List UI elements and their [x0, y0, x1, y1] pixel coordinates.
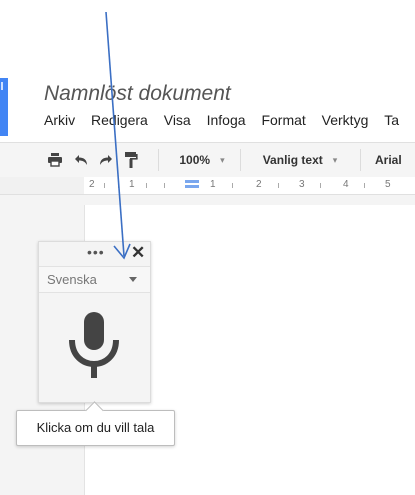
chevron-down-icon	[129, 277, 137, 282]
font-select[interactable]: Arial	[366, 143, 415, 177]
paragraph-style-select[interactable]: Vanlig text ▾	[246, 143, 354, 177]
menu-item-tabell[interactable]: Ta	[384, 112, 399, 128]
ruler-label: 5	[385, 179, 391, 190]
paragraph-style-caret-icon: ▾	[332, 154, 338, 165]
docs-app-strip	[0, 78, 8, 136]
document-title[interactable]: Namnlöst dokument	[44, 82, 231, 106]
menu-item-redigera[interactable]: Redigera	[91, 112, 148, 128]
zoom-caret-icon: ▾	[220, 154, 225, 165]
zoom-select[interactable]: 100% ▾	[170, 143, 234, 177]
ruler-tick	[118, 183, 119, 188]
tooltip-text: Klicka om du vill tala	[36, 420, 155, 435]
toolbar: 100% ▾ Vanlig text ▾ Arial	[0, 142, 415, 178]
toolbar-divider	[158, 149, 159, 171]
undo-button[interactable]	[70, 143, 92, 177]
paint-format-icon	[125, 152, 138, 168]
redo-icon	[100, 155, 112, 165]
undo-icon	[75, 155, 87, 165]
ruler: 2 1 1 2 3 4 5	[0, 177, 415, 195]
ruler-label: 3	[299, 179, 305, 190]
ruler-tick	[364, 183, 365, 188]
ruler-tick	[278, 183, 279, 188]
menu-item-format[interactable]: Format	[261, 112, 305, 128]
menu-item-visa[interactable]: Visa	[164, 112, 191, 128]
speak-tooltip: Klicka om du vill tala	[16, 401, 175, 446]
ruler-label: 2	[89, 179, 95, 190]
ruler-label: 1	[129, 179, 135, 190]
print-icon	[48, 153, 62, 167]
language-value: Svenska	[47, 272, 97, 287]
menu-item-infoga[interactable]: Infoga	[207, 112, 246, 128]
ruler-tick	[232, 183, 233, 188]
docs-app-strip-mark	[1, 82, 3, 90]
ruler-label: 2	[256, 179, 262, 190]
ruler-label: 1	[210, 179, 216, 190]
close-icon[interactable]: ✕	[131, 243, 145, 263]
redo-button[interactable]	[95, 143, 117, 177]
microphone-icon	[69, 312, 119, 378]
more-options-icon[interactable]: •••	[87, 244, 105, 260]
ruler-tick	[104, 183, 105, 188]
microphone-button[interactable]	[59, 302, 129, 386]
voice-typing-header: ••• ✕	[39, 242, 150, 266]
paragraph-style-value: Vanlig text	[262, 153, 323, 167]
menu-bar: Arkiv Redigera Visa Infoga Format Verkty…	[44, 112, 411, 130]
print-button[interactable]	[44, 143, 66, 177]
language-select[interactable]: Svenska	[39, 266, 150, 293]
menu-item-arkiv[interactable]: Arkiv	[44, 112, 75, 128]
top-caption	[0, 0, 415, 9]
ruler-tick	[320, 183, 321, 188]
zoom-value: 100%	[179, 153, 211, 167]
toolbar-divider	[360, 149, 361, 171]
indent-marker-icon[interactable]	[185, 180, 199, 183]
font-value: Arial	[375, 153, 402, 167]
menu-item-verktyg[interactable]: Verktyg	[322, 112, 369, 128]
ruler-label: 4	[343, 179, 349, 190]
voice-typing-panel: ••• ✕ Svenska	[38, 241, 151, 403]
paint-format-button[interactable]	[120, 143, 142, 177]
first-line-indent-icon[interactable]	[185, 185, 199, 188]
ruler-tick	[146, 183, 147, 188]
toolbar-divider	[240, 149, 241, 171]
ruler-tick	[164, 183, 165, 188]
